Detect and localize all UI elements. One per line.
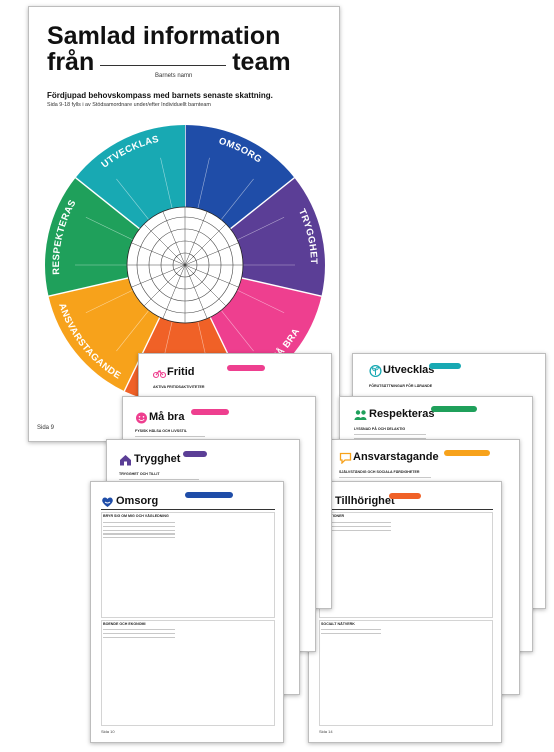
sheet-title: Trygghet <box>134 453 181 465</box>
category-pill <box>183 451 207 457</box>
section-heading: TRYGGHET OCH TILLIT <box>119 472 160 476</box>
sheet-title: Tillhörighet <box>335 495 395 507</box>
notes-box-2 <box>319 620 493 726</box>
plant-icon <box>369 364 382 378</box>
title-line-2-prefix: från <box>47 48 95 76</box>
section-heading: FYSISK HÄLSA OCH LIVSSTIL <box>135 429 187 433</box>
sheet-title: Fritid <box>167 366 195 378</box>
lead-text: Fördjupad behovskompass med barnets sena… <box>47 91 273 100</box>
category-pill <box>227 365 265 371</box>
sheet-title: Ansvarstagande <box>353 451 439 463</box>
lead-subtext: Sida 9-18 fylls i av Stödsamordnare unde… <box>47 102 211 108</box>
name-blank-line <box>100 65 227 66</box>
page-tillhorighet: Tillhörighet RELATIONER SOCIALT NÄTVERK … <box>308 481 502 743</box>
category-pill <box>429 363 461 369</box>
section-heading: SJÄLVSTÄNDIG OCH SOCIALA FÄRDIGHETER <box>339 470 420 474</box>
sheet-title: Utvecklas <box>383 364 435 376</box>
blank-caption: Barnets namn <box>155 73 193 79</box>
smiley-icon <box>135 411 148 424</box>
category-pill <box>444 450 490 456</box>
category-pill <box>389 493 421 499</box>
page-number: Sida 10 <box>101 729 115 734</box>
title-line-1: Samlad information <box>47 22 281 50</box>
sheet-title: Respekteras <box>369 408 435 420</box>
people-icon <box>354 408 367 420</box>
section-heading: LYSSNAD PÅ OCH DELAKTIG <box>354 427 406 431</box>
bicycle-icon <box>152 366 167 379</box>
section-heading: AKTIVA FRITIDSAKTIVITETER <box>153 385 205 389</box>
notes-box <box>319 512 493 618</box>
sheet-title: Må bra <box>149 411 185 423</box>
category-pill <box>191 409 229 415</box>
notes-box <box>101 512 275 618</box>
title-line-2-suffix: team <box>232 48 291 76</box>
page-number: Sida 14 <box>319 729 333 734</box>
house-icon <box>119 453 132 466</box>
category-pill <box>185 492 233 498</box>
category-pill <box>431 406 477 412</box>
notes-box-2 <box>101 620 275 726</box>
sheet-title: Omsorg <box>116 495 159 507</box>
speech-icon <box>339 451 352 465</box>
page-title: Samlad information från team <box>47 23 291 75</box>
page-number: Sida 9 <box>37 425 55 431</box>
section-heading: FÖRUTSÄTTNINGAR FÖR LÄRANDE <box>369 384 433 388</box>
heart-hands-icon <box>101 495 114 507</box>
page-omsorg: Omsorg BRYR SIG OM MIG OCH VÄGLEDNING BO… <box>90 481 284 743</box>
